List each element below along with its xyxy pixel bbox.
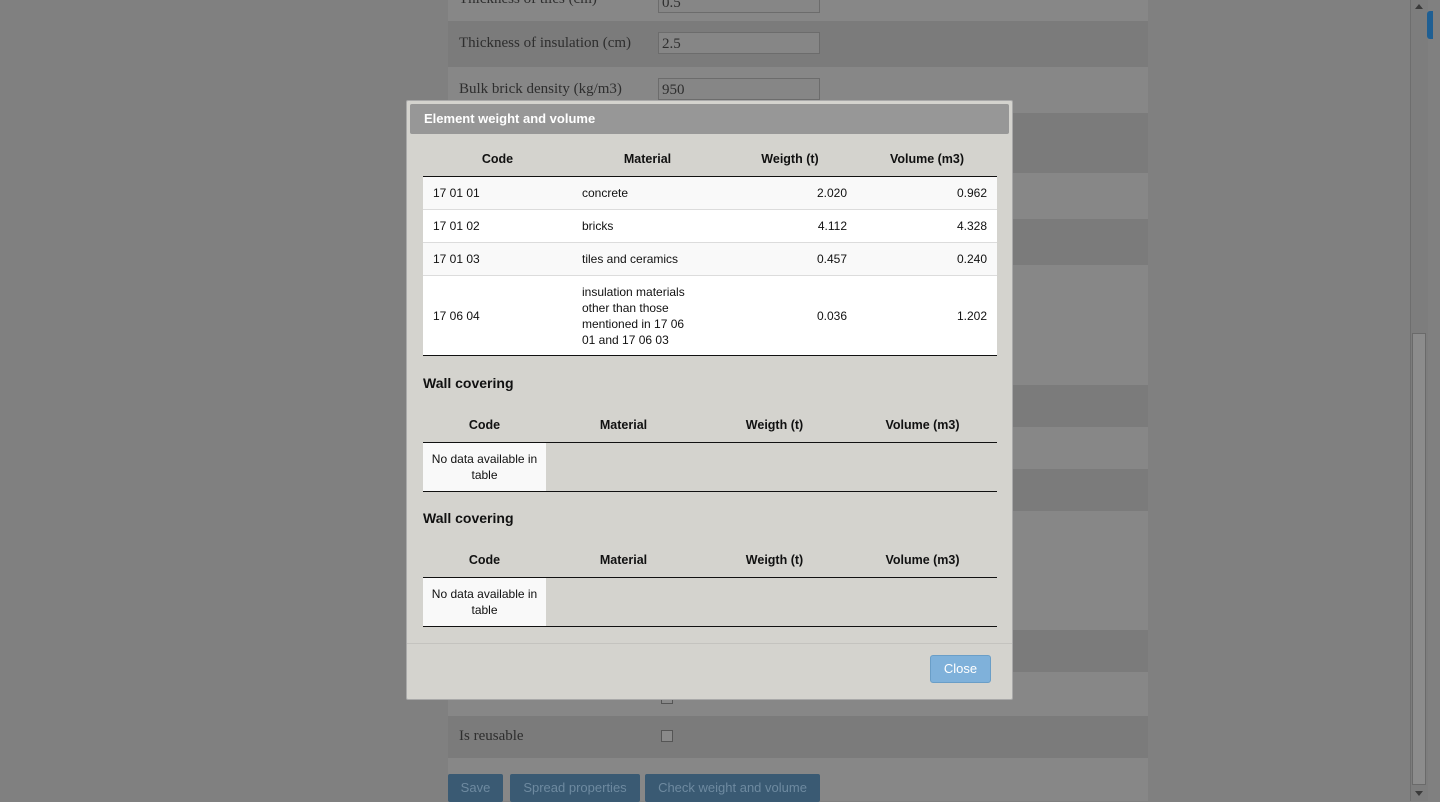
weight-cell: 0.036 [723,275,857,356]
empty-filler [546,577,997,627]
table-row: 17 06 04 insulation materials other than… [423,275,997,356]
empty-row: No data available in table [423,442,997,492]
section-title: Wall covering [423,510,514,526]
side-tab[interactable] [1427,11,1433,39]
wall-covering-table: Code Material Weigth (t) Volume (m3) No … [423,543,997,627]
column-header-volume[interactable]: Volume (m3) [848,543,997,578]
brick-density-input[interactable]: 950 [658,78,820,100]
volume-cell: 4.328 [857,209,997,243]
field-label: Bulk brick density (kg/m3) [459,81,622,97]
material-cell: concrete [572,176,723,210]
column-header-code[interactable]: Code [423,408,546,443]
field-label: Thickness of insulation (cm) [459,35,632,51]
volume-cell: 1.202 [857,275,997,356]
table-header-row: Code Material Weigth (t) Volume (m3) [423,408,997,443]
scroll-thumb[interactable] [1412,333,1426,785]
table-header-row: Code Material Weigth (t) Volume (m3) [423,142,997,177]
empty-message: No data available in table [423,442,546,492]
column-header-volume[interactable]: Volume (m3) [857,142,997,177]
column-header-weight[interactable]: Weigth (t) [701,408,848,443]
weight-cell: 4.112 [723,209,857,243]
dialog-header[interactable]: Element weight and volume [410,104,1009,134]
table-header-row: Code Material Weigth (t) Volume (m3) [423,543,997,578]
check-weight-volume-button[interactable]: Check weight and volume [645,774,820,802]
column-header-code[interactable]: Code [423,142,572,177]
form-row-reusable: Is reusable [448,716,1148,758]
section-title: Wall covering [423,375,514,391]
code-cell: 17 01 01 [423,176,572,210]
column-header-material[interactable]: Material [546,408,701,443]
spread-properties-button[interactable]: Spread properties [510,774,640,802]
wall-covering-table: Code Material Weigth (t) Volume (m3) No … [423,408,997,492]
material-cell: tiles and ceramics [572,242,723,276]
column-header-weight[interactable]: Weigth (t) [723,142,857,177]
scroll-up-icon[interactable] [1415,4,1423,9]
scroll-down-icon[interactable] [1415,791,1423,796]
table-row: 17 01 03 tiles and ceramics 0.457 0.240 [423,242,997,276]
close-button[interactable]: Close [930,655,991,683]
insulation-thickness-input[interactable]: 2.5 [658,32,820,54]
column-header-material[interactable]: Material [546,543,701,578]
dialog-title: Element weight and volume [424,111,596,126]
form-row-tiles: Thickness of tiles (cm) 0.5 [448,0,1148,21]
save-button[interactable]: Save [448,774,503,802]
weight-volume-dialog: Element weight and volume Code Material … [406,100,1013,700]
field-label: Thickness of tiles (cm) [459,0,597,8]
tiles-thickness-input[interactable]: 0.5 [658,0,820,13]
table-row: 17 01 02 bricks 4.112 4.328 [423,209,997,243]
column-header-code[interactable]: Code [423,543,546,578]
weight-cell: 2.020 [723,176,857,210]
code-cell: 17 01 03 [423,242,572,276]
material-cell: bricks [572,209,723,243]
materials-table: Code Material Weigth (t) Volume (m3) 17 … [423,142,997,356]
reusable-checkbox[interactable] [661,730,673,742]
weight-cell: 0.457 [723,242,857,276]
empty-filler [546,442,997,492]
dialog-footer-divider [407,643,1012,644]
code-cell: 17 06 04 [423,275,572,356]
column-header-volume[interactable]: Volume (m3) [848,408,997,443]
field-label: Is reusable [459,728,524,744]
volume-cell: 0.240 [857,242,997,276]
empty-message: No data available in table [423,577,546,627]
column-header-material[interactable]: Material [572,142,723,177]
page-scrollbar[interactable] [1410,0,1428,801]
code-cell: 17 01 02 [423,209,572,243]
empty-row: No data available in table [423,577,997,627]
column-header-weight[interactable]: Weigth (t) [701,543,848,578]
table-row: 17 01 01 concrete 2.020 0.962 [423,176,997,210]
volume-cell: 0.962 [857,176,997,210]
form-row-insulation: Thickness of insulation (cm) 2.5 [448,21,1148,67]
material-cell: insulation materials other than those me… [572,275,723,356]
